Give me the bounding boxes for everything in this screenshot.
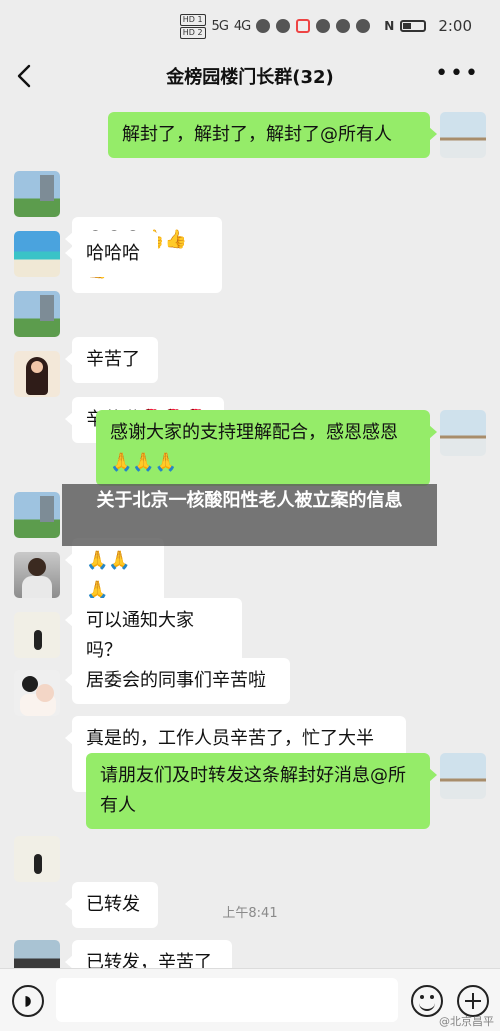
avatar-self[interactable] bbox=[440, 112, 486, 158]
avatar-self[interactable] bbox=[440, 410, 486, 456]
message-bubble-outgoing[interactable]: 请朋友们及时转发这条解封好消息@所 有人 bbox=[86, 753, 437, 829]
status-time: 2:00 bbox=[438, 17, 472, 35]
nfc-icon: N bbox=[384, 19, 395, 33]
watermark: @北京昌平 bbox=[439, 1015, 494, 1028]
message-bubble-incoming[interactable]: 哈哈哈 bbox=[65, 231, 158, 277]
avatar[interactable] bbox=[14, 612, 60, 658]
avatar[interactable] bbox=[14, 291, 60, 337]
wifi-icon bbox=[256, 19, 271, 33]
message-timestamp: 上午8:41 bbox=[222, 906, 278, 921]
chevron-left-icon[interactable] bbox=[14, 62, 36, 90]
message-row: 居委会的同事们辛苦啦 bbox=[0, 612, 500, 704]
avatar[interactable] bbox=[14, 231, 60, 277]
message-row: 已转发 bbox=[0, 836, 500, 928]
input-bar: ◗ bbox=[0, 968, 500, 1031]
message-row: 可以通知大家吗？ bbox=[0, 552, 500, 674]
chat-title: 金榜园楼门长群(32) bbox=[166, 67, 334, 88]
status-bar: HD 1 HD 2 5G 4G N 2:00 bbox=[0, 0, 500, 52]
signal-4g-icon: 4G bbox=[233, 18, 251, 34]
app-notification-icon bbox=[296, 19, 311, 33]
avatar-self[interactable] bbox=[440, 753, 486, 799]
message-row: 辛苦了 bbox=[0, 291, 500, 383]
more-icon[interactable]: ••• bbox=[435, 63, 480, 85]
message-row: 😁😁😁👍👍👍 bbox=[0, 171, 500, 293]
chat-icon bbox=[276, 19, 291, 33]
avatar[interactable] bbox=[14, 836, 60, 882]
message-bubble-outgoing[interactable]: 解封了，解封了，解封了@所有人 bbox=[108, 112, 437, 158]
notification-icon bbox=[316, 19, 331, 33]
avatar[interactable] bbox=[14, 492, 60, 538]
voice-icon[interactable]: ◗ bbox=[12, 985, 44, 1017]
avatar[interactable] bbox=[14, 552, 60, 598]
avatar[interactable] bbox=[14, 171, 60, 217]
signal-5g-icon: 5G bbox=[211, 18, 229, 34]
message-input[interactable] bbox=[56, 978, 398, 1022]
chat-header: 金榜园楼门长群(32) ••• bbox=[0, 52, 500, 100]
message-row: 真是的，工作人员辛苦了，忙了大半 夜，还好虚惊一场👍 bbox=[0, 670, 500, 792]
hd-indicator: HD 1 HD 2 bbox=[179, 13, 206, 39]
news-caption-overlay: 关于北京一核酸阳性老人被立案的信息 bbox=[62, 484, 437, 546]
message-icon bbox=[336, 19, 351, 33]
message-bubble-outgoing[interactable]: 感谢大家的支持理解配合，感恩感恩 🙏🙏🙏 bbox=[96, 410, 437, 486]
edge-browser-icon bbox=[356, 19, 371, 33]
battery-icon bbox=[400, 20, 427, 32]
avatar[interactable] bbox=[14, 670, 60, 716]
avatar[interactable] bbox=[14, 351, 60, 397]
message-row: 辛苦啦🌹🌹🌹 bbox=[0, 351, 500, 443]
